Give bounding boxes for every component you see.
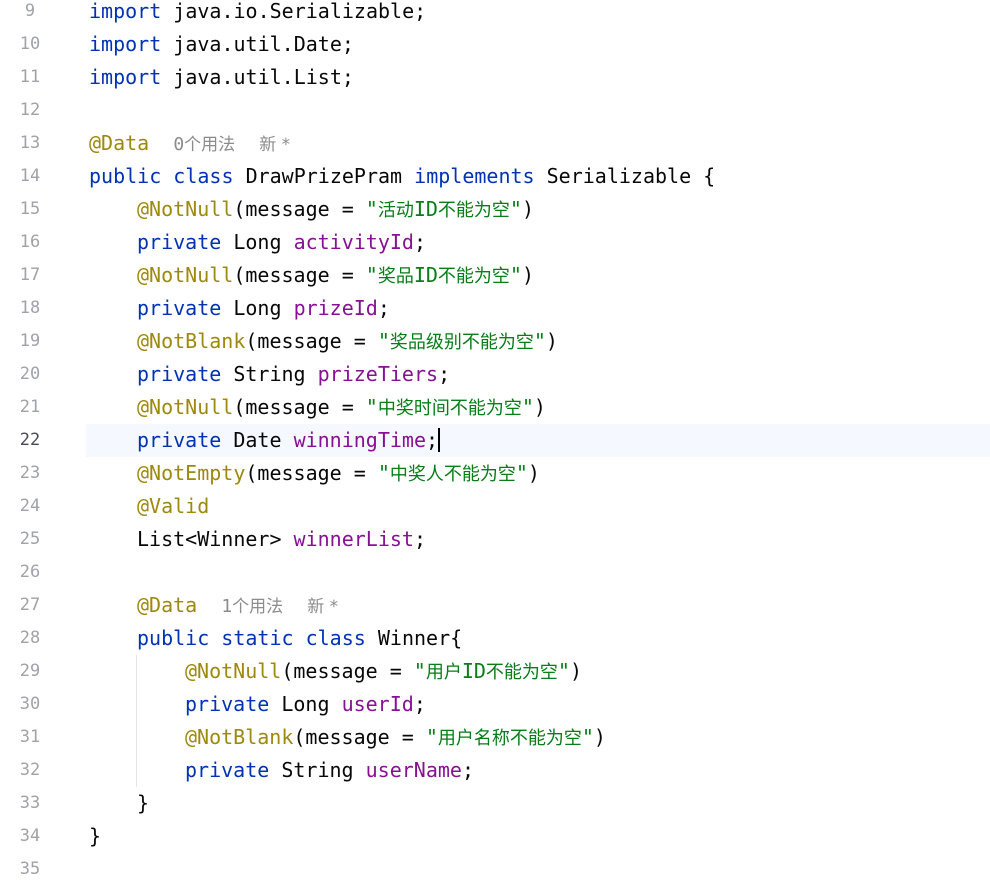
usage-hint-text[interactable]: 个用法 <box>232 597 283 617</box>
line-number[interactable]: 23 <box>0 457 60 490</box>
line-number[interactable]: 16 <box>0 226 60 259</box>
usage-hint-count[interactable]: 0 <box>173 134 184 155</box>
annotation-data: @Data <box>89 131 150 155</box>
text-caret <box>438 428 441 452</box>
code-line[interactable]: import java.io.Serializable; <box>89 0 990 28</box>
line-number[interactable]: 31 <box>0 721 60 754</box>
line-number-gutter: 9 10 11 12 13 14 15 16 17 18 19 20 21 22 23 24 25 26 27 28 2… <box>0 0 60 886</box>
string-literal: "用户ID不能为空" <box>413 659 570 683</box>
code-line[interactable]: @NotNull(message = "奖品ID不能为空") <box>89 259 990 292</box>
code-line[interactable]: @NotNull(message = "用户ID不能为空") <box>89 655 990 688</box>
code-line[interactable]: private String userName; <box>89 754 990 787</box>
line-number[interactable]: 32 <box>0 754 60 787</box>
string-literal: "用户名称不能为空" <box>425 725 594 749</box>
code-line[interactable]: public class DrawPrizePram implements Se… <box>89 160 990 193</box>
line-number[interactable]: 34 <box>0 820 60 853</box>
line-number[interactable]: 29 <box>0 655 60 688</box>
usage-hint-count[interactable]: 1 <box>221 596 232 617</box>
string-literal: "中奖时间不能为空" <box>365 395 534 419</box>
line-number[interactable]: 25 <box>0 523 60 556</box>
line-number[interactable]: 28 <box>0 622 60 655</box>
code-line[interactable]: public static class Winner{ <box>89 622 990 655</box>
usage-hint-text[interactable]: 个用法 <box>184 135 235 155</box>
code-line[interactable]: @NotNull(message = "中奖时间不能为空") <box>89 391 990 424</box>
string-literal: "活动ID不能为空" <box>365 197 522 221</box>
line-number[interactable]: 12 <box>0 94 60 127</box>
string-literal: "奖品级别不能为空" <box>377 329 546 353</box>
line-number[interactable]: 24 <box>0 490 60 523</box>
line-number[interactable]: 18 <box>0 292 60 325</box>
line-number[interactable]: 22 <box>0 424 60 457</box>
line-number[interactable]: 33 <box>0 787 60 820</box>
line-number[interactable]: 9 <box>0 0 60 28</box>
line-number[interactable]: 19 <box>0 325 60 358</box>
code-line[interactable]: @NotNull(message = "活动ID不能为空") <box>89 193 990 226</box>
inner-class-name: Winner{ <box>377 626 463 650</box>
code-line[interactable]: import java.util.List; <box>89 61 990 94</box>
line-number[interactable]: 21 <box>0 391 60 424</box>
code-line[interactable]: } <box>89 820 990 853</box>
code-line[interactable]: private Long userId; <box>89 688 990 721</box>
code-line[interactable]: @Data 0个用法 新 * <box>89 127 990 160</box>
code-line[interactable]: @NotEmpty(message = "中奖人不能为空") <box>89 457 990 490</box>
author-hint[interactable]: 新 * <box>259 135 290 155</box>
code-line[interactable] <box>89 853 990 886</box>
code-area[interactable]: import java.io.Serializable; import java… <box>86 0 990 886</box>
line-number[interactable]: 26 <box>0 556 60 589</box>
code-line[interactable] <box>89 556 990 589</box>
line-number[interactable]: 35 <box>0 853 60 886</box>
code-line[interactable]: private String prizeTiers; <box>89 358 990 391</box>
code-line[interactable]: private Long prizeId; <box>89 292 990 325</box>
code-line[interactable]: @Valid <box>89 490 990 523</box>
line-number[interactable]: 13 <box>0 127 60 160</box>
code-line-current[interactable]: private Date winningTime; <box>86 424 990 457</box>
line-number[interactable]: 10 <box>0 28 60 61</box>
line-number[interactable]: 30 <box>0 688 60 721</box>
string-literal: "奖品ID不能为空" <box>365 263 522 287</box>
code-line[interactable]: List<Winner> winnerList; <box>89 523 990 556</box>
code-line[interactable]: } <box>89 787 990 820</box>
line-number[interactable]: 15 <box>0 193 60 226</box>
class-name: DrawPrizePram <box>245 164 403 188</box>
line-number[interactable]: 11 <box>0 61 60 94</box>
line-number[interactable]: 14 <box>0 160 60 193</box>
line-number[interactable]: 20 <box>0 358 60 391</box>
code-line[interactable]: @Data 1个用法 新 * <box>89 589 990 622</box>
code-line[interactable]: @NotBlank(message = "用户名称不能为空") <box>89 721 990 754</box>
line-number[interactable]: 27 <box>0 589 60 622</box>
string-literal: "中奖人不能为空" <box>377 461 528 485</box>
code-line[interactable]: @NotBlank(message = "奖品级别不能为空") <box>89 325 990 358</box>
code-line[interactable]: private Long activityId; <box>89 226 990 259</box>
code-line[interactable]: import java.util.Date; <box>89 28 990 61</box>
author-hint[interactable]: 新 * <box>307 597 338 617</box>
line-number[interactable]: 17 <box>0 259 60 292</box>
code-line[interactable] <box>89 94 990 127</box>
code-editor[interactable]: 9 10 11 12 13 14 15 16 17 18 19 20 21 22 23 24 25 26 27 28 2… <box>0 0 990 879</box>
